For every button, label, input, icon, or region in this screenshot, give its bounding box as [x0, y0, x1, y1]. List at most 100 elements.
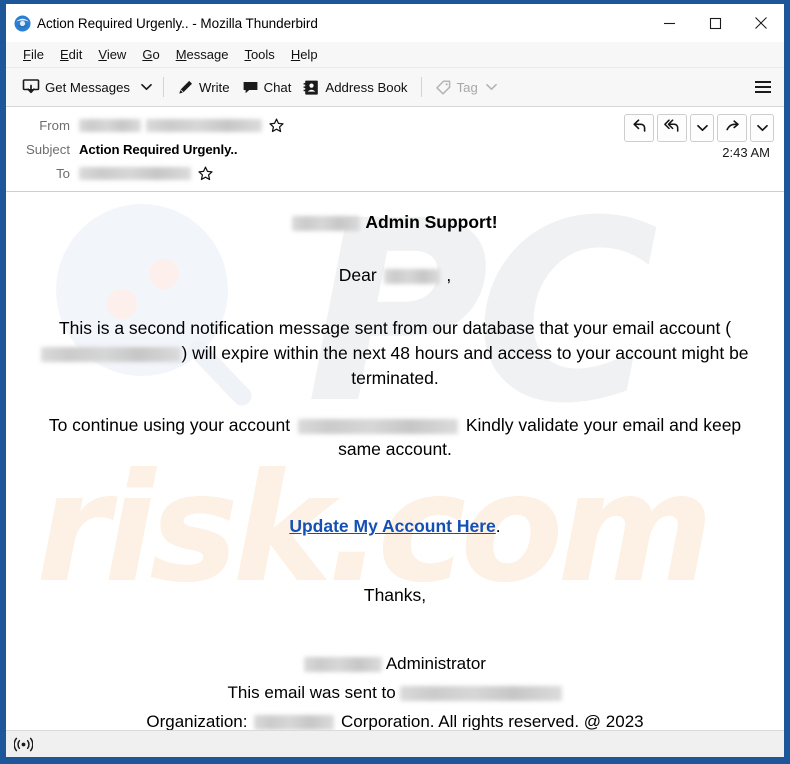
thunderbird-icon — [14, 15, 31, 32]
menu-go[interactable]: Go — [134, 42, 167, 67]
get-messages-button[interactable]: Get Messages — [16, 74, 136, 100]
email-signature: Administrator — [6, 652, 784, 676]
from-label: From — [39, 117, 70, 133]
pencil-icon — [177, 79, 194, 96]
link-period: . — [495, 516, 501, 537]
chevron-down-icon-reply — [696, 119, 708, 137]
toolbar-divider-1 — [163, 77, 165, 97]
status-bar — [6, 730, 784, 757]
address-book-label: Address Book — [325, 79, 408, 95]
star-icon-from[interactable] — [269, 117, 284, 133]
email-organization: Organization: Corporation. All rights re… — [6, 710, 784, 730]
maximize-icon[interactable] — [692, 4, 738, 42]
address-book-icon — [303, 79, 320, 96]
toolbar-divider-2 — [420, 77, 422, 97]
tag-icon — [435, 79, 452, 96]
get-messages-icon — [22, 78, 40, 96]
organization-redaction — [254, 715, 335, 730]
address-book-button[interactable]: Address Book — [297, 75, 413, 100]
tag-dropdown-icon[interactable] — [485, 83, 497, 91]
menu-file-rest: ile — [30, 47, 44, 62]
chat-button[interactable]: Chat — [236, 75, 298, 100]
app-menu-icon[interactable] — [750, 74, 776, 100]
reply-button[interactable] — [624, 114, 654, 142]
forward-dropdown[interactable] — [750, 114, 774, 142]
write-label: Write — [199, 79, 230, 95]
reply-all-icon — [664, 118, 680, 138]
get-messages-label: Get Messages — [45, 79, 131, 95]
heading-text: Admin Support! — [365, 212, 498, 233]
thunderbird-window: Action Required Urgenly.. - Mozilla Thun… — [0, 0, 790, 764]
message-action-buttons — [624, 114, 774, 142]
menu-message[interactable]: Message — [168, 42, 237, 67]
window-controls — [646, 4, 784, 42]
paragraph2-text-a: To continue using your account — [48, 414, 291, 435]
star-icon-to[interactable] — [198, 165, 213, 181]
menu-bar: File Edit View Go Message Tools Help — [6, 42, 784, 68]
paragraph1-text-b: ) will expire within the next 48 hours a… — [181, 342, 749, 388]
heading-brand-redaction — [292, 216, 361, 232]
chat-label: Chat — [263, 79, 292, 95]
chat-bubble-icon — [242, 79, 259, 96]
to-redaction — [79, 166, 191, 180]
write-button[interactable]: Write — [171, 75, 236, 100]
organization-suffix: Corporation. All rights reserved. @ 2023 — [340, 712, 644, 730]
tag-button[interactable]: Tag — [429, 75, 503, 100]
subject-label: Subject — [26, 141, 70, 157]
greeting-comma: , — [446, 265, 452, 286]
forward-button[interactable] — [717, 114, 747, 142]
update-account-link[interactable]: Update My Account Here — [289, 516, 495, 536]
sent-to-redaction — [400, 686, 563, 702]
email-paragraph-2: To continue using your account Kindly va… — [6, 413, 784, 463]
email-sent-to: This email was sent to — [6, 681, 784, 705]
message-time: 2:43 AM — [722, 145, 770, 160]
reply-all-button[interactable] — [657, 114, 687, 142]
message-header: From Subject Action Required Urgenly.. T… — [6, 107, 784, 193]
tag-label: Tag — [456, 79, 478, 95]
forward-icon — [725, 118, 740, 138]
broadcast-icon[interactable] — [14, 737, 33, 752]
email-content: Admin Support! Dear , This is a second n… — [6, 192, 784, 730]
email-heading: Admin Support! — [6, 210, 784, 235]
email-cta-line: Update My Account Here. — [6, 514, 784, 539]
reply-icon — [632, 118, 647, 138]
menu-file[interactable]: File — [15, 42, 52, 67]
paragraph1-text-a: This is a second notification message se… — [58, 318, 721, 339]
paragraph1-email-redaction — [41, 346, 182, 362]
to-row: To — [6, 161, 784, 185]
greeting-label: Dear — [338, 265, 377, 286]
paragraph2-email-redaction — [297, 418, 458, 434]
from-value[interactable] — [79, 117, 284, 133]
email-paragraph-1: This is a second notification message se… — [6, 316, 784, 391]
menu-help[interactable]: Help — [283, 42, 326, 67]
greeting-name-redaction — [383, 269, 440, 285]
email-greeting: Dear , — [6, 263, 784, 288]
reply-all-dropdown[interactable] — [690, 114, 714, 142]
subject-value: Action Required Urgenly.. — [79, 141, 238, 157]
close-icon[interactable] — [738, 4, 784, 42]
menu-edit[interactable]: Edit — [52, 42, 90, 67]
minimize-icon[interactable] — [646, 4, 692, 42]
organization-label: Organization: — [146, 712, 248, 730]
from-redaction — [79, 118, 141, 132]
chevron-down-icon-forward — [756, 119, 768, 137]
menu-view[interactable]: View — [90, 42, 134, 67]
signature-brand-redaction — [304, 657, 383, 673]
paragraph1-open-paren: ( — [725, 318, 732, 339]
sent-to-label: This email was sent to — [227, 683, 396, 703]
from-address-redaction — [146, 118, 262, 132]
main-toolbar: Get Messages Write Chat Address Book Tag — [6, 68, 784, 107]
administrator-label: Administrator — [385, 654, 486, 674]
to-label: To — [56, 165, 70, 181]
title-bar: Action Required Urgenly.. - Mozilla Thun… — [6, 4, 784, 42]
get-messages-dropdown[interactable] — [136, 74, 156, 100]
to-value[interactable] — [79, 165, 213, 181]
window-title: Action Required Urgenly.. - Mozilla Thun… — [37, 15, 318, 31]
menu-tools[interactable]: Tools — [236, 42, 282, 67]
